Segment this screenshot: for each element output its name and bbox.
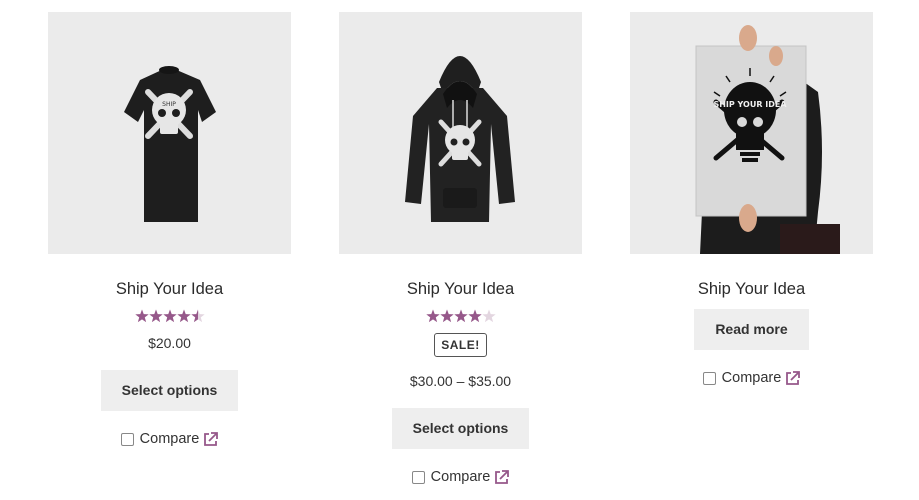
skull-hoodie-icon xyxy=(405,56,515,222)
product-title[interactable]: Ship Your Idea xyxy=(339,279,582,299)
product-price: $20.00 xyxy=(148,335,191,351)
skull-tshirt-icon: SHIP xyxy=(124,66,216,222)
compare-checkbox[interactable] xyxy=(411,470,425,484)
star-filled-icon xyxy=(467,309,482,322)
product-card-1: SHIP Ship Your Idea $20.00 Select option… xyxy=(48,12,291,447)
svg-text:SHIP: SHIP xyxy=(162,101,176,108)
product-title[interactable]: Ship Your Idea xyxy=(48,279,291,299)
compare-checkbox[interactable] xyxy=(120,432,134,446)
compare-control[interactable]: Compare xyxy=(48,431,291,447)
star-empty-icon xyxy=(481,309,496,322)
sale-badge: SALE! xyxy=(434,333,487,357)
external-link-icon[interactable] xyxy=(494,469,510,485)
star-filled-icon xyxy=(439,309,454,322)
compare-label[interactable]: Compare xyxy=(722,370,782,386)
product-price: $30.00 – $35.00 xyxy=(409,373,512,389)
product-image-poster[interactable]: SHIP YOUR IDEA xyxy=(630,12,873,254)
select-options-button[interactable]: Select options xyxy=(100,370,239,411)
compare-label[interactable]: Compare xyxy=(431,469,491,485)
external-link-icon[interactable] xyxy=(203,431,219,447)
product-card-2: Ship Your Idea SALE! $30.00 – $35.00 Sel… xyxy=(339,12,582,485)
compare-checkbox[interactable] xyxy=(702,371,716,385)
product-image-hoodie[interactable] xyxy=(339,12,582,254)
compare-label[interactable]: Compare xyxy=(140,431,200,447)
poster-held-icon: SHIP YOUR IDEA xyxy=(695,25,840,254)
poster-text: SHIP YOUR IDEA xyxy=(713,100,787,109)
star-rating xyxy=(339,307,582,325)
product-image-tshirt[interactable]: SHIP xyxy=(48,12,291,254)
compare-control[interactable]: Compare xyxy=(339,469,582,485)
star-filled-icon xyxy=(176,309,191,322)
star-filled-icon xyxy=(425,309,440,322)
product-card-3: SHIP YOUR IDEA Ship Your Idea Read more … xyxy=(630,12,873,386)
star-filled-icon xyxy=(453,309,468,322)
external-link-icon[interactable] xyxy=(785,370,801,386)
star-filled-icon xyxy=(148,309,163,322)
select-options-button[interactable]: Select options xyxy=(391,408,530,449)
compare-control[interactable]: Compare xyxy=(630,370,873,386)
star-rating-icon xyxy=(134,309,205,322)
star-filled-icon xyxy=(134,309,149,322)
product-title[interactable]: Ship Your Idea xyxy=(630,279,873,299)
star-rating-icon xyxy=(425,309,496,322)
read-more-button[interactable]: Read more xyxy=(694,309,809,350)
star-rating xyxy=(48,307,291,325)
star-filled-icon xyxy=(162,309,177,322)
